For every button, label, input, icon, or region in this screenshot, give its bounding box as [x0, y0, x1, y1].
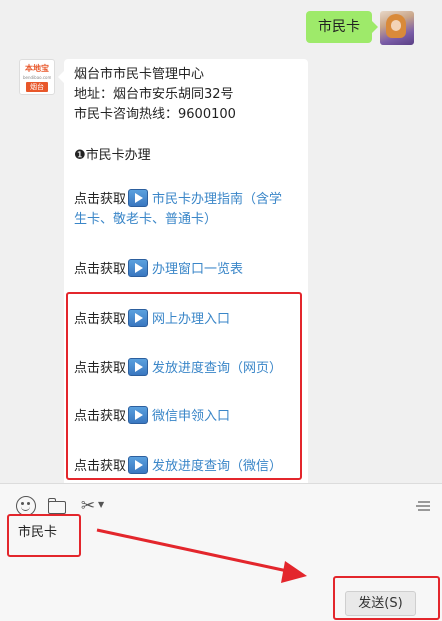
annotation-arrow [96, 528, 307, 583]
